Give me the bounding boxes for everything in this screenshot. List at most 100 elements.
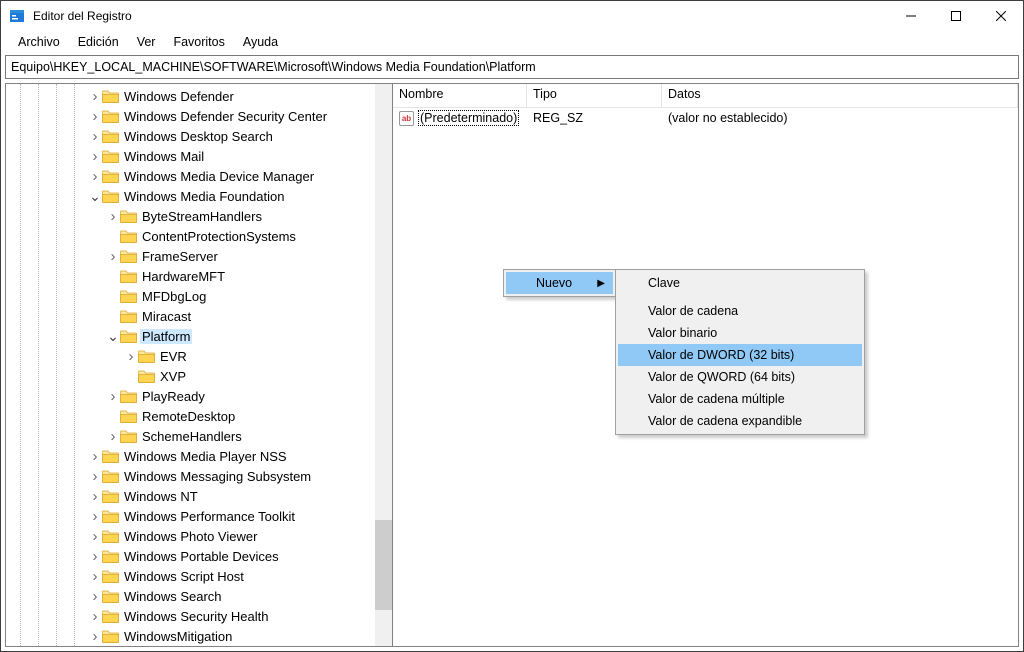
- app-icon: [9, 8, 25, 24]
- context-menu: Nuevo ▶: [503, 269, 616, 297]
- ctx-qword[interactable]: Valor de QWORD (64 bits): [618, 366, 862, 388]
- tree-node-label: Windows Mail: [122, 149, 206, 164]
- folder-icon: [120, 409, 137, 423]
- tree-node[interactable]: ⌄ Windows Media Foundation: [6, 186, 375, 206]
- ctx-binary[interactable]: Valor binario: [618, 322, 862, 344]
- expand-icon[interactable]: ›: [124, 348, 138, 365]
- tree-node[interactable]: Miracast: [6, 306, 375, 326]
- tree-node[interactable]: › Windows Desktop Search: [6, 126, 375, 146]
- tree-node-label: HardwareMFT: [140, 269, 227, 284]
- menu-file[interactable]: Archivo: [9, 33, 69, 51]
- tree-node[interactable]: ›Windows Media Device Manager: [6, 166, 375, 186]
- ctx-multistring[interactable]: Valor de cadena múltiple: [618, 388, 862, 410]
- tree-node-label: ContentProtectionSystems: [140, 229, 298, 244]
- expand-icon[interactable]: ›: [88, 448, 102, 465]
- col-type-header[interactable]: Tipo: [527, 84, 662, 107]
- tree-node[interactable]: ›Windows Messaging Subsystem: [6, 466, 375, 486]
- col-data-header[interactable]: Datos: [662, 84, 1018, 107]
- tree-node-label: PlayReady: [140, 389, 207, 404]
- folder-icon: [102, 609, 119, 623]
- ctx-new[interactable]: Nuevo ▶: [506, 272, 613, 294]
- expand-icon[interactable]: ›: [88, 588, 102, 605]
- folder-icon: [102, 629, 119, 643]
- tree-node[interactable]: RemoteDesktop: [6, 406, 375, 426]
- close-button[interactable]: [978, 1, 1023, 31]
- tree-node[interactable]: ›Windows Media Player NSS: [6, 446, 375, 466]
- tree-node[interactable]: › Windows Search: [6, 586, 375, 606]
- col-name-header[interactable]: Nombre: [393, 84, 527, 107]
- expand-icon[interactable]: ›: [106, 208, 120, 225]
- menu-edit[interactable]: Edición: [69, 33, 128, 51]
- tree-node[interactable]: HardwareMFT: [6, 266, 375, 286]
- folder-icon: [102, 529, 119, 543]
- tree-node[interactable]: ›EVR: [6, 346, 375, 366]
- ctx-string[interactable]: Valor de cadena: [618, 300, 862, 322]
- collapse-icon[interactable]: ⌄: [88, 188, 102, 205]
- expand-icon[interactable]: ›: [106, 388, 120, 405]
- tree-node[interactable]: ›WindowsMitigation: [6, 626, 375, 646]
- tree-node-label: Windows Search: [122, 589, 224, 604]
- tree-node-label: Windows Media Foundation: [122, 189, 286, 204]
- tree-node[interactable]: ›Windows Photo Viewer: [6, 526, 375, 546]
- expand-icon[interactable]: ›: [88, 468, 102, 485]
- expand-icon[interactable]: ›: [88, 148, 102, 165]
- tree-node[interactable]: › Windows Mail: [6, 146, 375, 166]
- tree-node[interactable]: ⌄Platform: [6, 326, 375, 346]
- tree-node[interactable]: MFDbgLog: [6, 286, 375, 306]
- folder-icon: [102, 149, 119, 163]
- ctx-expandstring[interactable]: Valor de cadena expandible: [618, 410, 862, 432]
- address-bar[interactable]: Equipo\HKEY_LOCAL_MACHINE\SOFTWARE\Micro…: [5, 55, 1019, 79]
- tree-node[interactable]: ›Windows Portable Devices: [6, 546, 375, 566]
- expand-icon[interactable]: ›: [88, 608, 102, 625]
- minimize-button[interactable]: [888, 1, 933, 31]
- folder-icon: [102, 589, 119, 603]
- expand-icon[interactable]: ›: [88, 548, 102, 565]
- tree-node[interactable]: › SchemeHandlers: [6, 426, 375, 446]
- expand-icon[interactable]: ›: [106, 248, 120, 265]
- tree-node-label: ByteStreamHandlers: [140, 209, 264, 224]
- context-submenu: Clave Valor de cadena Valor binario Valo…: [615, 269, 865, 435]
- menu-favorites[interactable]: Favoritos: [164, 33, 233, 51]
- tree-node-label: Windows Desktop Search: [122, 129, 275, 144]
- tree-node[interactable]: ›Windows Defender: [6, 86, 375, 106]
- expand-icon[interactable]: ›: [88, 128, 102, 145]
- tree-node[interactable]: › Windows NT: [6, 486, 375, 506]
- expand-icon[interactable]: ›: [88, 568, 102, 585]
- tree-node[interactable]: ›Windows Performance Toolkit: [6, 506, 375, 526]
- collapse-icon[interactable]: ⌄: [106, 328, 120, 345]
- tree-node[interactable]: ›Windows Script Host: [6, 566, 375, 586]
- expand-icon[interactable]: ›: [88, 508, 102, 525]
- tree-node-label: Windows NT: [122, 489, 200, 504]
- folder-icon: [102, 509, 119, 523]
- folder-icon: [102, 109, 119, 123]
- expand-icon[interactable]: ›: [88, 88, 102, 105]
- expand-icon[interactable]: ›: [88, 168, 102, 185]
- tree-node[interactable]: XVP: [6, 366, 375, 386]
- ctx-key[interactable]: Clave: [618, 272, 862, 294]
- expand-icon[interactable]: ›: [88, 108, 102, 125]
- tree-node-label: FrameServer: [140, 249, 220, 264]
- tree-node-label: SchemeHandlers: [140, 429, 244, 444]
- tree-node[interactable]: ›Windows Security Health: [6, 606, 375, 626]
- ctx-dword[interactable]: Valor de DWORD (32 bits): [618, 344, 862, 366]
- menu-help[interactable]: Ayuda: [234, 33, 287, 51]
- tree-node-label: Miracast: [140, 309, 193, 324]
- expand-icon[interactable]: ›: [106, 428, 120, 445]
- folder-icon: [120, 309, 137, 323]
- tree-scrollbar[interactable]: [375, 84, 392, 646]
- expand-icon[interactable]: ›: [88, 528, 102, 545]
- address-text: Equipo\HKEY_LOCAL_MACHINE\SOFTWARE\Micro…: [11, 60, 536, 74]
- expand-icon[interactable]: ›: [88, 488, 102, 505]
- value-name: (Predeterminado): [418, 110, 519, 126]
- expand-icon[interactable]: ›: [88, 628, 102, 645]
- tree-node[interactable]: › ByteStreamHandlers: [6, 206, 375, 226]
- list-row[interactable]: ab (Predeterminado) REG_SZ (valor no est…: [393, 108, 1018, 128]
- tree-node[interactable]: › PlayReady: [6, 386, 375, 406]
- tree-scrollbar-thumb[interactable]: [375, 520, 392, 610]
- tree-node[interactable]: ContentProtectionSystems: [6, 226, 375, 246]
- tree-node[interactable]: ›Windows Defender Security Center: [6, 106, 375, 126]
- maximize-button[interactable]: [933, 1, 978, 31]
- menu-view[interactable]: Ver: [128, 33, 165, 51]
- tree-node[interactable]: › FrameServer: [6, 246, 375, 266]
- folder-icon: [120, 389, 137, 403]
